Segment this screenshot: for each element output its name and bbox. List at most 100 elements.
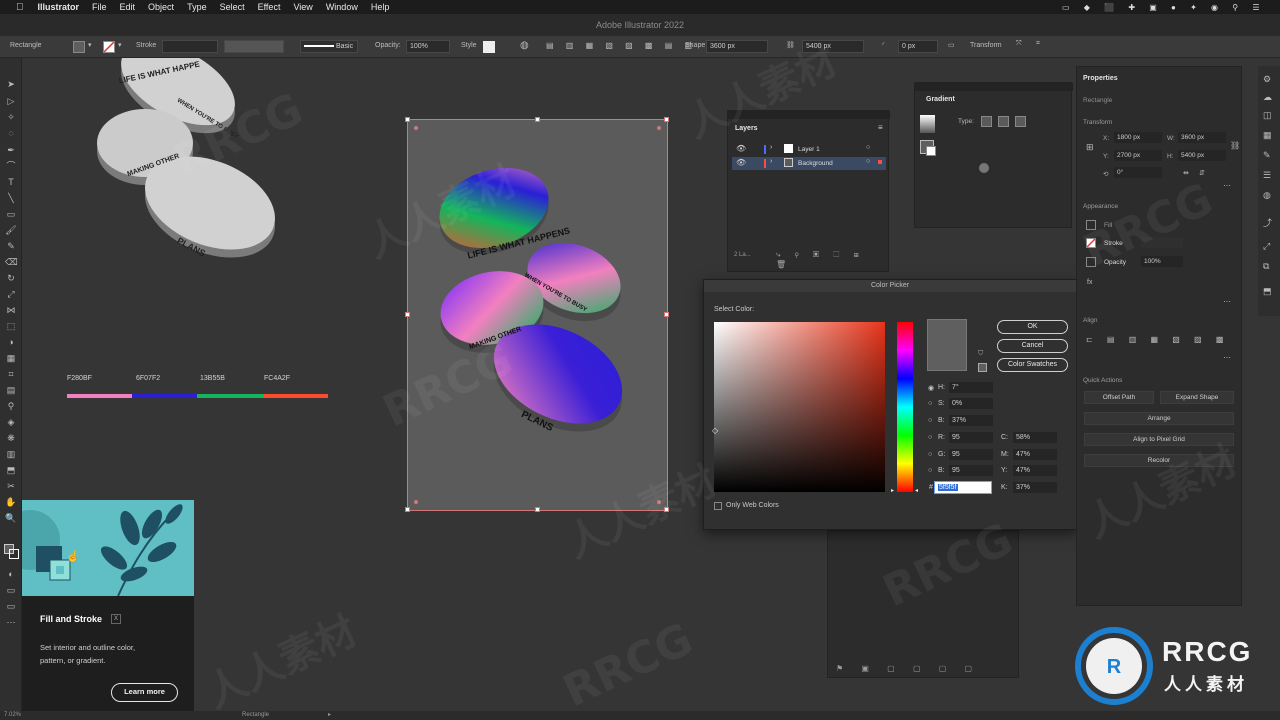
line-tool-icon[interactable]: ╲ [5, 192, 17, 204]
more-tools-icon[interactable]: ⋯ [5, 616, 17, 628]
menu-effect[interactable]: Effect [258, 2, 281, 12]
corner-widget[interactable] [414, 500, 418, 504]
target-icon[interactable]: ○ [866, 158, 870, 165]
hue-slider-marker[interactable]: ▸ [891, 487, 894, 494]
hue-slider-marker[interactable]: ◂ [915, 487, 918, 494]
appearance-opacity-field[interactable]: 100% [1141, 256, 1183, 267]
slice-tool-icon[interactable]: ✂ [5, 480, 17, 492]
links-icon[interactable]: ⧉ [1263, 261, 1269, 272]
width-tool-icon[interactable]: ⋈ [5, 304, 17, 316]
screen-mode-icon[interactable]: ▭ [5, 584, 17, 596]
selection-handle[interactable] [664, 117, 669, 122]
menu-icon[interactable]: ☰ [1263, 170, 1271, 181]
artboard-tool-icon[interactable]: ⬒ [5, 464, 17, 476]
web-safe-swatch[interactable] [978, 363, 987, 372]
selection-handle[interactable] [405, 312, 410, 317]
flip-horizontal-icon[interactable]: ⇹ [1183, 169, 1189, 177]
chevron-down-icon[interactable]: ▾ [88, 41, 92, 49]
h-field[interactable]: 7° [949, 382, 993, 393]
libraries-icon[interactable]: ☁ [1263, 92, 1272, 103]
reference-point-icon[interactable]: ⊞ [1086, 142, 1094, 153]
graph-tool-icon[interactable]: ▥ [5, 448, 17, 460]
k-field[interactable]: 37% [1013, 482, 1057, 493]
more-options-icon[interactable]: ⋯ [1223, 181, 1231, 190]
radio-g[interactable]: ○ [928, 451, 932, 458]
panel-footer-icons[interactable]: ⚑ ▣ ▢ ▢ ▢ ▢ [836, 664, 980, 673]
h-field[interactable]: 5400 px [1178, 150, 1226, 161]
gradient-tool-icon[interactable]: ▤ [5, 384, 17, 396]
eye-icon[interactable]: 👁 [736, 158, 746, 167]
rotate-tool-icon[interactable]: ↻ [5, 272, 17, 284]
layer-row[interactable]: 👁 › Layer 1 ○ [732, 143, 886, 156]
perspective-grid-icon[interactable]: ▦ [5, 352, 17, 364]
eyedropper-icon[interactable]: ⚲ [5, 400, 17, 412]
menu-view[interactable]: View [293, 2, 312, 12]
eye-icon[interactable]: 👁 [736, 144, 746, 153]
swatches-icon[interactable]: ▦ [1263, 130, 1272, 141]
arrange-button[interactable]: Arrange [1084, 412, 1234, 425]
m-field[interactable]: 47% [1013, 449, 1057, 460]
layer-row[interactable]: 👁 › Background ○ [732, 157, 886, 170]
ok-button[interactable]: OK [997, 320, 1068, 334]
rotate-icon[interactable]: ⟲ [1103, 170, 1108, 178]
constrain-link-icon[interactable]: ⛓ [1230, 141, 1240, 150]
linear-gradient-button[interactable] [981, 116, 992, 127]
radio-h[interactable]: ◉ [928, 384, 934, 392]
y-field[interactable]: 47% [1013, 465, 1057, 476]
stroke-profile-field[interactable]: Basic [300, 40, 358, 53]
paintbrush-icon[interactable]: 🖌 [5, 224, 17, 236]
stroke-swatch[interactable] [103, 41, 115, 53]
stroke-indicator[interactable] [9, 549, 19, 559]
curvature-tool-icon[interactable]: ⌒ [5, 160, 17, 172]
panel-menu-icon[interactable]: ≡ [878, 123, 883, 132]
layers-footer-icons[interactable]: ⤷ ⚲ ▣ ⬚ ⊞ 🗑 [776, 250, 888, 269]
gradient-stroke-swatch[interactable] [926, 146, 936, 156]
crop-icon[interactable]: ⤧ [1016, 40, 1022, 48]
magic-wand-icon[interactable]: ✧ [5, 111, 17, 123]
learn-more-button[interactable]: Learn more [111, 683, 178, 702]
direct-selection-tool-icon[interactable]: ▷ [5, 95, 17, 107]
system-tray-icons[interactable]: ▭ ◆ ⬛ ✚ ▣ ● ✦ ◉ ⚲ ☰ [1062, 3, 1265, 12]
color-icon[interactable]: ◍ [1263, 190, 1271, 201]
mesh-tool-icon[interactable]: ⌗ [5, 368, 17, 380]
y-field[interactable]: 2700 px [1114, 150, 1162, 161]
apple-icon[interactable]:  [16, 2, 24, 13]
chevron-right-icon[interactable]: › [770, 158, 772, 165]
opacity-field[interactable]: 100% [406, 40, 450, 53]
selection-tool-icon[interactable]: ➤ [5, 78, 17, 90]
draw-mode-icon[interactable]: ◐ [5, 568, 17, 580]
menu-help[interactable]: Help [371, 2, 390, 12]
color-field[interactable] [714, 322, 885, 492]
hex-field[interactable]: 5f5f5f [934, 481, 992, 494]
shaper-tool-icon[interactable]: ✎ [5, 240, 17, 252]
b-field[interactable]: 37% [949, 415, 993, 426]
corner-icon[interactable]: ◜ [882, 41, 885, 49]
radial-gradient-button[interactable] [998, 116, 1009, 127]
more-options-icon[interactable]: ⋯ [1223, 353, 1231, 362]
zoom-tool-icon[interactable]: 🔍 [5, 512, 17, 524]
radio-r[interactable]: ○ [928, 434, 932, 441]
recolor-icon[interactable]: ◍ [520, 40, 529, 51]
eraser-icon[interactable]: ⌫ [5, 256, 18, 268]
expand-shape-button[interactable]: Expand Shape [1160, 391, 1234, 404]
properties-icon[interactable]: ⚙ [1263, 74, 1271, 85]
shape-builder-icon[interactable]: ◑ [5, 336, 17, 348]
brushes-icon[interactable]: ✎ [1263, 150, 1271, 161]
chevron-down-icon[interactable]: ▾ [118, 41, 122, 49]
menu-object[interactable]: Object [148, 2, 174, 12]
menu-file[interactable]: File [92, 2, 107, 12]
menu-edit[interactable]: Edit [120, 2, 136, 12]
selection-handle[interactable] [664, 312, 669, 317]
chevron-right-icon[interactable]: ▸ [328, 711, 331, 718]
screen-mode-icon[interactable]: ▭ [5, 600, 17, 612]
angle-field[interactable]: 0° [1114, 167, 1162, 178]
corner-widget[interactable] [657, 126, 661, 130]
menu-app[interactable]: Illustrator [38, 2, 80, 12]
color-swatches-button[interactable]: Color Swatches [997, 358, 1068, 372]
fill-swatch[interactable] [73, 41, 85, 53]
s-field[interactable]: 0% [949, 398, 993, 409]
offset-path-button[interactable]: Offset Path [1084, 391, 1154, 404]
stroke-weight-field[interactable] [162, 40, 218, 53]
free-transform-icon[interactable]: ⬚ [5, 320, 17, 332]
assets-icon[interactable]: ⬒ [1263, 286, 1272, 297]
